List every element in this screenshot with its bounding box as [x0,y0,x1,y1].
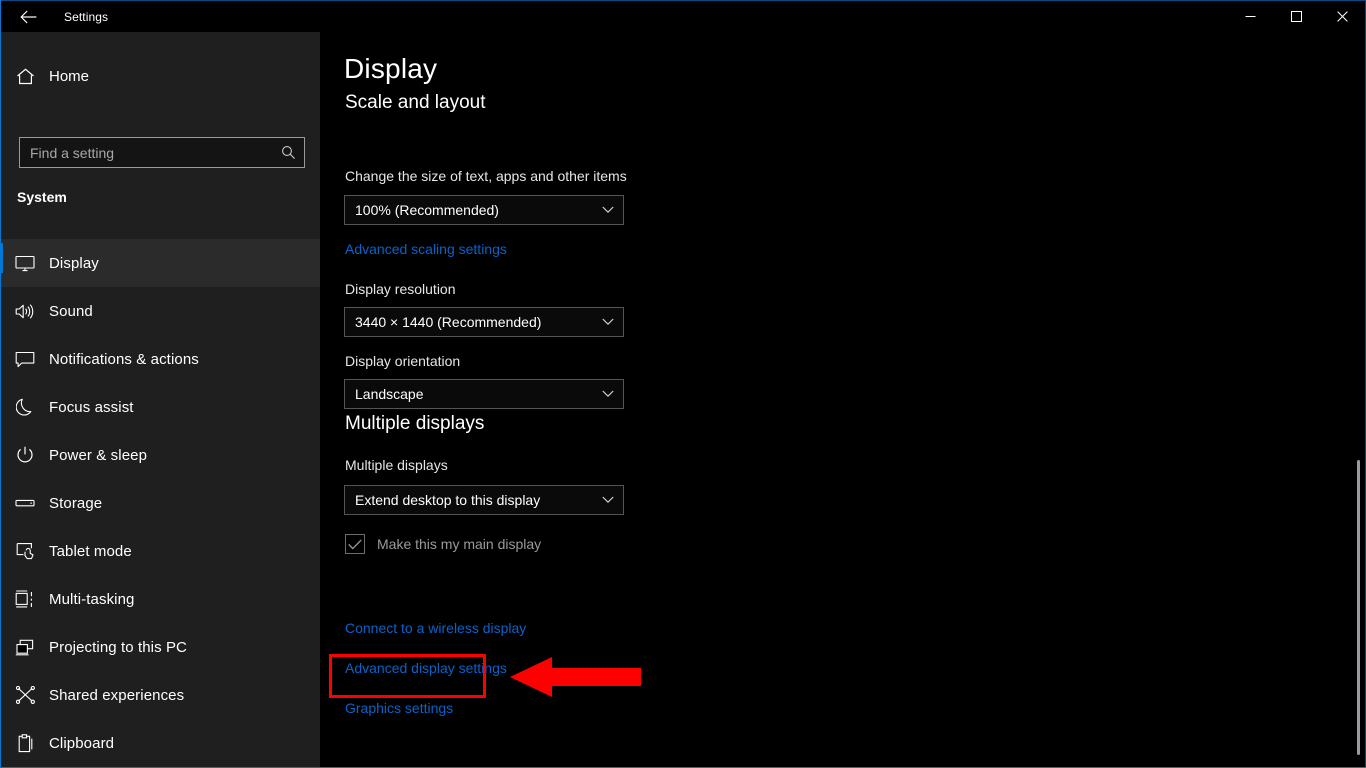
multiple-displays-dropdown-value: Extend desktop to this display [345,492,593,508]
back-button[interactable] [8,1,48,32]
chevron-down-icon [593,496,623,504]
sidebar-item-label: Storage [49,495,102,512]
close-button[interactable] [1319,1,1365,32]
sidebar-item-clipboard[interactable]: Clipboard [1,719,320,767]
sidebar-item-notifications-actions[interactable]: Notifications & actions [1,335,320,383]
clipboard-icon [1,734,49,753]
content-scrollbar[interactable] [1349,32,1365,767]
sidebar-nav-list: Display Sound [1,239,320,767]
chevron-down-icon [593,206,623,214]
multiple-displays-field-label: Multiple displays [345,457,448,473]
sidebar-item-label: Projecting to this PC [49,639,187,656]
scale-and-layout-heading: Scale and layout [345,92,486,114]
sidebar-section-label: System [17,189,67,205]
resolution-dropdown[interactable]: 3440 × 1440 (Recommended) [344,307,624,337]
page-title: Display [344,53,437,85]
connect-wireless-display-link[interactable]: Connect to a wireless display [345,620,526,636]
share-icon [1,686,49,704]
sidebar-item-label: Multi-tasking [49,591,135,608]
search-icon[interactable] [272,138,304,167]
scale-field-label: Change the size of text, apps and other … [345,168,627,184]
minimize-button[interactable] [1227,1,1273,32]
multitasking-icon [1,590,49,608]
sidebar-item-label: Clipboard [49,735,114,752]
maximize-button[interactable] [1273,1,1319,32]
app-title: Settings [64,1,108,32]
advanced-scaling-settings-link[interactable]: Advanced scaling settings [345,241,507,257]
sidebar-item-label: Power & sleep [49,447,147,464]
sidebar-item-power-sleep[interactable]: Power & sleep [1,431,320,479]
monitor-icon [1,255,49,272]
projecting-icon [1,639,49,656]
moon-icon [1,398,49,416]
orientation-dropdown-value: Landscape [345,386,593,402]
sidebar: Home System Display [1,32,320,767]
sidebar-item-home[interactable]: Home [1,56,320,96]
sidebar-item-tablet-mode[interactable]: Tablet mode [1,527,320,575]
make-main-display-checkbox-row[interactable]: Make this my main display [345,534,541,554]
notification-icon [1,351,49,368]
scale-dropdown-value: 100% (Recommended) [345,202,593,218]
chevron-down-icon [593,318,623,326]
orientation-dropdown[interactable]: Landscape [344,379,624,409]
graphics-settings-link[interactable]: Graphics settings [345,700,453,716]
search-input[interactable] [20,138,272,167]
content-scrollbar-thumb[interactable] [1357,460,1360,755]
sidebar-item-shared-experiences[interactable]: Shared experiences [1,671,320,719]
sidebar-item-focus-assist[interactable]: Focus assist [1,383,320,431]
sidebar-item-label: Tablet mode [49,543,132,560]
sidebar-item-multi-tasking[interactable]: Multi-tasking [1,575,320,623]
resolution-dropdown-value: 3440 × 1440 (Recommended) [345,314,593,330]
orientation-field-label: Display orientation [345,353,460,369]
search-box[interactable] [19,137,305,168]
advanced-display-settings-link[interactable]: Advanced display settings [345,660,507,676]
multiple-displays-heading: Multiple displays [345,413,484,435]
power-icon [1,446,49,464]
speaker-icon [1,303,49,320]
sidebar-item-label: Display [49,255,99,272]
sidebar-home-label: Home [49,68,89,85]
tablet-icon [1,542,49,560]
sidebar-item-label: Notifications & actions [49,351,199,368]
sidebar-item-projecting-to-this-pc[interactable]: Projecting to this PC [1,623,320,671]
caption-buttons [1227,1,1365,32]
chevron-down-icon [593,390,623,398]
scale-dropdown[interactable]: 100% (Recommended) [344,195,624,225]
multiple-displays-dropdown[interactable]: Extend desktop to this display [344,485,624,515]
sidebar-item-storage[interactable]: Storage [1,479,320,527]
storage-icon [1,496,49,510]
sidebar-item-sound[interactable]: Sound [1,287,320,335]
sidebar-item-display[interactable]: Display [1,239,320,287]
make-main-display-label: Make this my main display [377,536,541,552]
titlebar [1,1,1365,32]
sidebar-item-label: Sound [49,303,93,320]
sidebar-item-label: Shared experiences [49,687,184,704]
sidebar-item-label: Focus assist [49,399,134,416]
resolution-field-label: Display resolution [345,281,456,297]
settings-window: Settings Home [0,0,1366,768]
home-icon [1,68,49,85]
make-main-display-checkbox[interactable] [345,534,365,554]
content-pane: Display Scale and layout Change the size… [320,32,1365,767]
